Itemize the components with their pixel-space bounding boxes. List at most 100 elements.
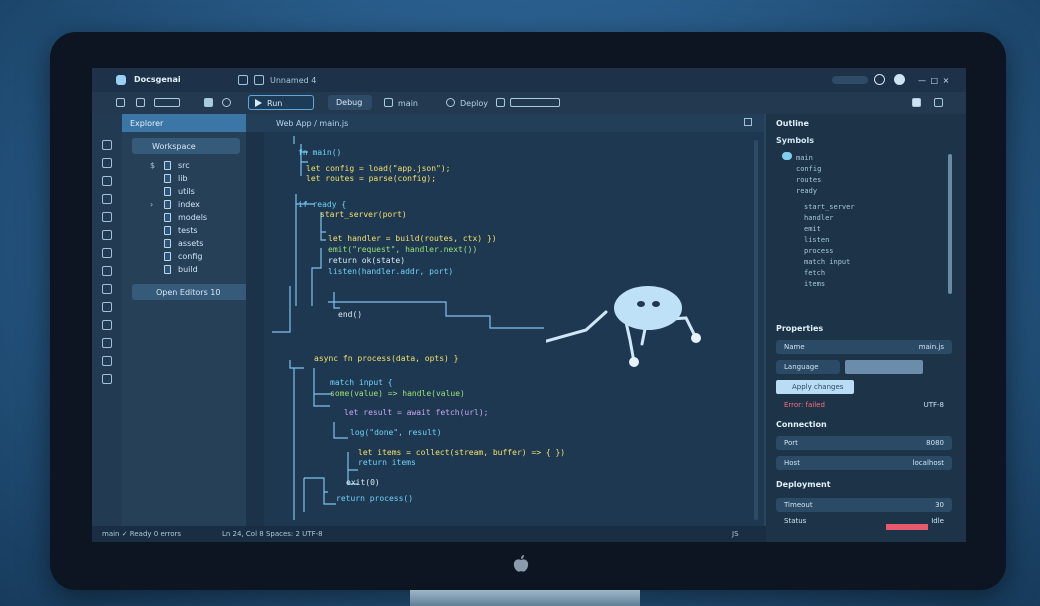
explorer-header[interactable]: Explorer: [106, 114, 246, 132]
toolbar: Run Debug main Deploy: [92, 92, 966, 114]
code-line: start_server(port): [320, 210, 407, 219]
file-icon: [164, 252, 171, 261]
layers-icon[interactable]: [102, 374, 112, 384]
line-gutter: [246, 132, 264, 526]
branch-icon[interactable]: [238, 75, 248, 85]
code-line: let config = load("app.json");: [306, 164, 451, 173]
link-icon[interactable]: [102, 302, 112, 312]
file-icon: [164, 174, 171, 183]
split-icon[interactable]: [384, 98, 393, 107]
outline-item[interactable]: process: [804, 247, 834, 255]
file-icon: [164, 161, 171, 170]
outline-item[interactable]: handler: [804, 214, 834, 222]
window-controls[interactable]: — □ ×: [918, 76, 950, 85]
file-icon: [164, 239, 171, 248]
deploy-label[interactable]: Deploy: [460, 99, 488, 108]
spider-mascot-illustration: [546, 286, 701, 367]
code-editor[interactable]: Web App / main.js fn main() let config =…: [246, 114, 764, 526]
outline-item[interactable]: emit: [804, 225, 821, 233]
outline-item[interactable]: listen: [804, 236, 829, 244]
branch-label[interactable]: main: [398, 99, 418, 108]
property-field[interactable]: Timeout 30: [776, 498, 952, 512]
file-icon: [164, 187, 171, 196]
menu-icon[interactable]: [116, 98, 125, 107]
sync-icon[interactable]: [446, 98, 455, 107]
search-bar[interactable]: [832, 76, 868, 84]
debug-button[interactable]: Debug: [328, 95, 372, 110]
ide-screen: Docsgenai Unnamed 4 — □ × Run Debug main…: [92, 68, 966, 542]
language-select[interactable]: [845, 360, 923, 374]
outline-item[interactable]: config: [796, 165, 821, 173]
selected-folder[interactable]: Workspace: [132, 138, 240, 154]
code-line: async fn process(data, opts) }: [314, 354, 459, 363]
deployment-title: Deployment: [776, 480, 831, 489]
code-line: end(): [338, 310, 363, 319]
outline-item[interactable]: ready: [796, 187, 817, 195]
outline-item[interactable]: fetch: [804, 269, 825, 277]
code-line: return process(): [336, 494, 414, 503]
outline-item[interactable]: routes: [796, 176, 821, 184]
debug-icon[interactable]: [102, 194, 112, 204]
monitor-stand: [410, 590, 640, 606]
title-bar: Docsgenai Unnamed 4 — □ ×: [92, 68, 966, 92]
git-icon[interactable]: [102, 176, 112, 186]
status-bar: main ✓ Ready 0 errors Ln 24, Col 8 Space…: [92, 526, 766, 542]
file-icon: [164, 213, 171, 222]
property-field[interactable]: Port 8080: [776, 436, 952, 450]
outline-scrollbar[interactable]: [948, 154, 952, 294]
play-icon: [255, 99, 262, 107]
code-line: return items: [358, 458, 416, 467]
grid-icon[interactable]: [136, 98, 145, 107]
file-icon: [164, 265, 171, 274]
outline-header[interactable]: Outline: [766, 114, 966, 132]
help-icon[interactable]: [874, 74, 885, 85]
chart-icon[interactable]: [102, 338, 112, 348]
file-icon: [164, 200, 171, 209]
gear-icon[interactable]: [102, 284, 112, 294]
cloud-icon[interactable]: [102, 266, 112, 276]
status-right[interactable]: JS: [732, 530, 739, 538]
editor-scrollbar[interactable]: [754, 140, 758, 520]
code-line: exit(0): [346, 478, 380, 487]
account-icon[interactable]: [894, 74, 905, 85]
files-icon[interactable]: [102, 140, 112, 150]
folder-icon[interactable]: [254, 75, 264, 85]
status-left[interactable]: main ✓ Ready 0 errors: [102, 530, 181, 538]
error-row: Error: failed UTF-8: [784, 401, 944, 409]
database-icon[interactable]: [102, 320, 112, 330]
property-field[interactable]: Name main.js: [776, 340, 952, 354]
panel-icon[interactable]: [510, 98, 560, 107]
code-line: log("done", result): [350, 428, 442, 437]
property-field[interactable]: Language: [776, 360, 840, 374]
book-icon[interactable]: [204, 98, 213, 107]
run-button[interactable]: Run: [248, 95, 314, 110]
error-indicator: [886, 524, 928, 530]
extensions-icon[interactable]: [102, 212, 112, 222]
status-middle[interactable]: Ln 24, Col 8 Spaces: 2 UTF-8: [222, 530, 323, 538]
outline-item[interactable]: main: [796, 154, 813, 162]
outline-subheader: Symbols: [776, 136, 815, 145]
editor-tab[interactable]: Web App / main.js: [246, 114, 764, 132]
profile-icon[interactable]: [912, 98, 921, 107]
outline-item[interactable]: items: [804, 280, 825, 288]
sidebar-toggle-icon[interactable]: [934, 98, 943, 107]
property-field[interactable]: Host localhost: [776, 456, 952, 470]
right-panel: Outline Symbols main config routes ready…: [766, 114, 966, 542]
plug-icon[interactable]: [102, 356, 112, 366]
code-line: let routes = parse(config);: [306, 174, 437, 183]
search-icon[interactable]: [102, 158, 112, 168]
close-icon[interactable]: [744, 118, 752, 126]
test-icon[interactable]: [102, 230, 112, 240]
window-tab[interactable]: Unnamed 4: [270, 76, 316, 85]
open-editors-row[interactable]: Open Editors 10: [132, 284, 248, 300]
layout-icon[interactable]: [154, 98, 180, 107]
code-line: match input {: [330, 378, 393, 387]
bell-icon[interactable]: [102, 248, 112, 258]
file-icon: [164, 226, 171, 235]
apply-button[interactable]: Apply changes: [776, 380, 854, 394]
search-icon[interactable]: [222, 98, 231, 107]
explorer-panel: Explorer Workspace $ src lib utils › index…: [106, 114, 248, 526]
outline-item[interactable]: start_server: [804, 203, 855, 211]
terminal-icon[interactable]: [496, 98, 505, 107]
outline-item[interactable]: match input: [804, 258, 850, 266]
